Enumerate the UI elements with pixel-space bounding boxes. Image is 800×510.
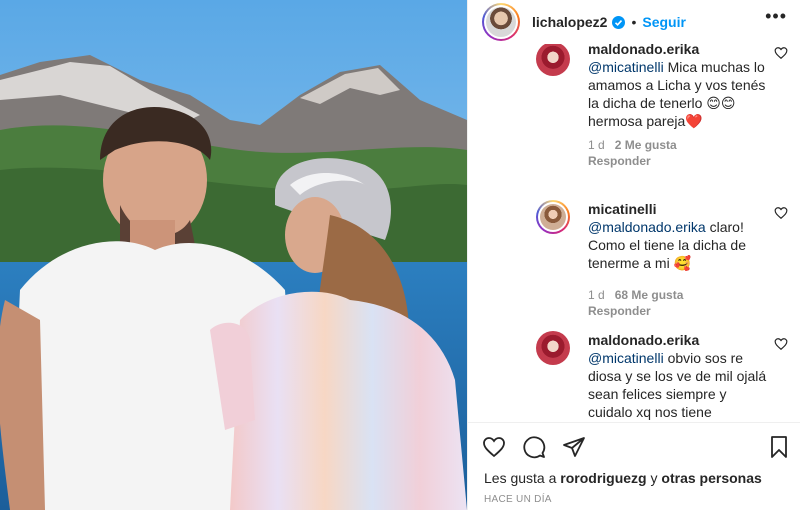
heart-icon[interactable] — [774, 206, 788, 220]
commenter-username[interactable]: maldonado.erika — [588, 44, 768, 58]
heart-icon[interactable] — [774, 46, 788, 60]
follow-button[interactable]: Seguir — [642, 14, 686, 30]
post-sidebar: lichalopez2 • Seguir ••• maldonado.erika… — [467, 0, 800, 510]
likes-others[interactable]: otras personas — [661, 470, 761, 486]
comment-text: maldonado.erika @micatinelli Mica muchas… — [588, 44, 768, 130]
verified-badge-icon — [612, 15, 626, 29]
post-photo[interactable] — [0, 0, 467, 510]
comment-age: 1 d — [588, 288, 605, 302]
commenter-username[interactable]: micatinelli — [588, 200, 768, 218]
comment-meta: 1 d 68 Me gusta — [588, 288, 788, 302]
comment-item: maldonado.erika @micatinelli obvio sos r… — [536, 331, 788, 421]
heart-icon[interactable] — [482, 435, 506, 459]
comment-text: micatinelli @maldonado.erika claro! Como… — [588, 200, 768, 272]
likes-summary: Les gusta a rorodriguezg y otras persona… — [484, 470, 762, 486]
share-icon[interactable] — [562, 435, 586, 459]
reply-button[interactable]: Responder — [588, 304, 788, 318]
comment-age: 1 d — [588, 138, 605, 152]
reply-button[interactable]: Responder — [588, 154, 788, 168]
comment-mention[interactable]: @micatinelli — [588, 59, 664, 75]
comment-item: micatinelli @maldonado.erika claro! Como… — [536, 200, 788, 318]
comment-likes[interactable]: 68 Me gusta — [615, 288, 684, 302]
author-avatar[interactable] — [482, 3, 520, 41]
commenter-avatar[interactable] — [536, 200, 570, 234]
likes-prefix: Les gusta a — [484, 470, 561, 486]
more-options-icon[interactable]: ••• — [765, 6, 787, 27]
post-actions: Les gusta a rorodriguezg y otras persona… — [468, 422, 800, 510]
post-header: lichalopez2 • Seguir ••• — [468, 0, 800, 44]
header-separator: • — [631, 14, 637, 30]
comment-icon[interactable] — [522, 435, 546, 459]
commenter-username[interactable]: maldonado.erika — [588, 331, 768, 349]
bookmark-icon[interactable] — [767, 435, 791, 459]
likes-middle: y — [646, 470, 662, 486]
comment-text: maldonado.erika @micatinelli obvio sos r… — [588, 331, 768, 421]
commenter-avatar[interactable] — [536, 44, 570, 76]
post-dialog: lichalopez2 • Seguir ••• maldonado.erika… — [0, 0, 800, 510]
comment-likes[interactable]: 2 Me gusta — [615, 138, 677, 152]
comment-mention[interactable]: @micatinelli — [588, 350, 664, 366]
comment-item: maldonado.erika @micatinelli Mica muchas… — [536, 44, 788, 168]
photo-illustration — [0, 0, 467, 510]
heart-icon[interactable] — [774, 337, 788, 351]
author-username[interactable]: lichalopez2 — [532, 14, 607, 30]
comment-meta: 1 d 2 Me gusta — [588, 138, 788, 152]
commenter-avatar[interactable] — [536, 331, 570, 365]
post-timestamp[interactable]: HACE UN DÍA — [484, 494, 552, 505]
comment-mention[interactable]: @maldonado.erika — [588, 219, 706, 235]
likes-user[interactable]: rorodriguezg — [560, 470, 646, 486]
comments-list[interactable]: maldonado.erika @micatinelli Mica muchas… — [468, 44, 800, 422]
